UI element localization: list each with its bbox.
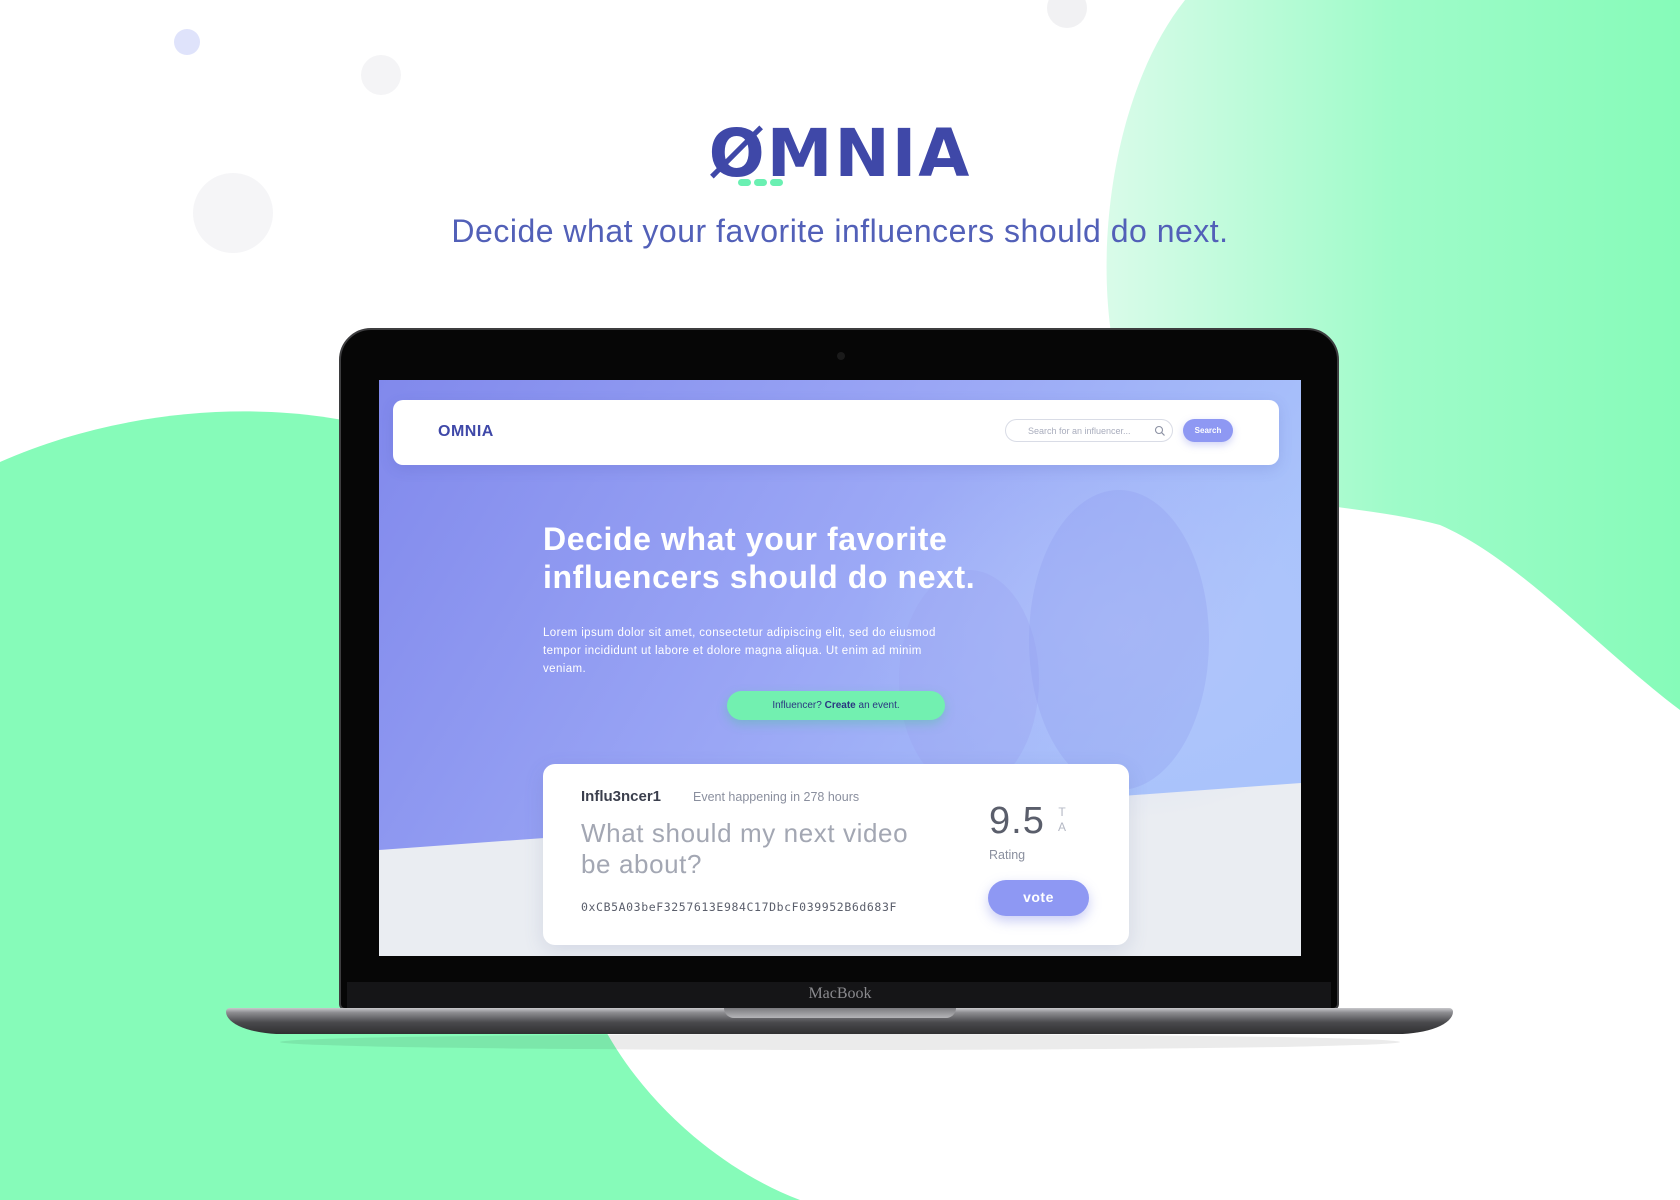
search-box[interactable] <box>1005 419 1173 442</box>
rating-arrows[interactable]: T A <box>1056 805 1068 835</box>
laptop-shadow <box>280 1034 1400 1050</box>
app-navbar: OMNIA Search <box>393 400 1279 465</box>
event-card: Influ3ncer1 Event happening in 278 hours… <box>543 764 1129 945</box>
app-screen: OMNIA Search Decide what your favorite i… <box>379 380 1301 956</box>
brand-logo-dots <box>738 179 784 187</box>
cta-prefix: Influencer? <box>772 700 825 711</box>
event-username[interactable]: Influ3ncer1 <box>581 788 661 805</box>
rating-label: Rating <box>989 848 1026 862</box>
search-button[interactable]: Search <box>1183 419 1233 442</box>
cta-bold: Create <box>824 700 856 711</box>
event-wallet-address: 0xCB5A03beF3257613E984C17DbcF039952B6d68… <box>581 900 897 914</box>
hero-body-text: Lorem ipsum dolor sit amet, consectetur … <box>543 627 936 675</box>
create-event-button[interactable]: Influencer? Create an event. <box>727 691 945 720</box>
search-icon[interactable] <box>1154 425 1166 437</box>
vote-button[interactable]: vote <box>988 880 1089 916</box>
hero-title: Decide what your favorite influencers sh… <box>543 521 976 595</box>
cta-suffix: an event. <box>855 700 900 711</box>
laptop-camera <box>837 352 845 360</box>
page-tagline: Decide what your favorite influencers sh… <box>451 213 1229 249</box>
rating-value: 9.5 <box>989 800 1045 842</box>
laptop-base-notch <box>724 1008 956 1018</box>
event-time-text: Event happening in 278 hours <box>693 790 860 804</box>
laptop-brand-label: MacBook <box>808 985 872 1002</box>
search-input[interactable] <box>1028 424 1148 438</box>
rating-up-arrow-icon[interactable]: T <box>1056 805 1068 820</box>
nav-logo[interactable]: OMNIA <box>438 423 494 441</box>
brand-logo: ØMNIA <box>0 115 1680 192</box>
event-question: What should my next video be about? <box>581 818 909 879</box>
rating-down-arrow-icon[interactable]: A <box>1056 820 1068 835</box>
